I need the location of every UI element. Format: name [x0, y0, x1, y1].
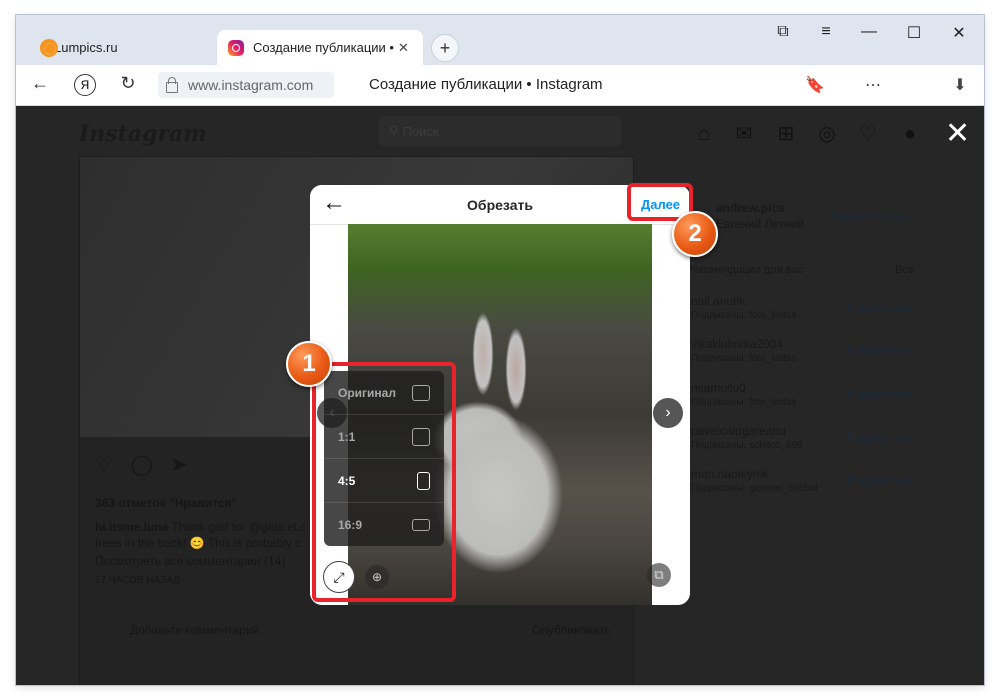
- minimize-button[interactable]: —: [854, 23, 884, 41]
- see-all-link[interactable]: Все: [895, 264, 914, 276]
- back-button[interactable]: ←: [28, 73, 52, 94]
- caption-line2: trees in the back! 😊 This is probably c: [95, 536, 302, 550]
- post-actions: ♡ ◯ ➤: [95, 452, 187, 477]
- menu-icon[interactable]: ≡: [811, 23, 841, 41]
- tabs-overview-icon[interactable]: ⧉: [768, 23, 798, 41]
- reload-button[interactable]: ↻: [116, 73, 140, 94]
- likes-count: 363 отметок "Нравится": [95, 496, 238, 510]
- follow-button[interactable]: Подписаться: [847, 389, 913, 401]
- avatar[interactable]: ●: [898, 122, 922, 146]
- next-photo-button[interactable]: ›: [653, 398, 683, 428]
- like-icon[interactable]: ♡: [95, 454, 113, 476]
- crop-menu-highlight: [312, 362, 456, 602]
- heart-icon[interactable]: ♡: [856, 122, 880, 146]
- tab-lumpics[interactable]: Lumpics.ru: [26, 30, 216, 65]
- close-icon[interactable]: ✕: [945, 119, 970, 149]
- bookmark-icon[interactable]: 🔖: [804, 75, 826, 95]
- lock-icon: [166, 76, 178, 93]
- search-input[interactable]: ⚲ Поиск: [379, 116, 621, 146]
- suggestion-sub: Подписаны: general_chehol: [691, 483, 818, 494]
- maximize-button[interactable]: ☐: [899, 23, 929, 43]
- current-user[interactable]: andrew.pics: [716, 201, 785, 215]
- follow-button[interactable]: Подписаться: [847, 432, 913, 444]
- multi-select-button[interactable]: ⧉: [647, 563, 671, 587]
- caption-text: Thank god for @gaia.et.c: [171, 520, 307, 534]
- step-badge-2: 2: [672, 211, 718, 257]
- suggestion-name[interactable]: nail.anutik: [691, 294, 745, 308]
- tab-title: Создание публикации •: [253, 40, 394, 55]
- current-user-name: Евгений Летний: [716, 217, 805, 231]
- close-tab-icon[interactable]: ✕: [398, 40, 409, 56]
- home-icon[interactable]: ⌂: [692, 122, 716, 146]
- tab-title: Lumpics.ru: [54, 40, 118, 55]
- close-window-button[interactable]: ✕: [944, 23, 974, 43]
- messenger-icon[interactable]: ✉: [732, 122, 756, 146]
- share-icon[interactable]: ➤: [170, 454, 187, 476]
- explore-icon[interactable]: ◎: [815, 122, 839, 146]
- follow-button[interactable]: Подписаться: [847, 345, 913, 357]
- page-title: Создание публикации • Instagram: [369, 76, 603, 93]
- url-field[interactable]: www.instagram.com: [158, 72, 334, 98]
- address-bar: ← Я ↻ www.instagram.com Создание публика…: [16, 65, 984, 106]
- tab-bar: Lumpics.ru Создание публикации • ✕ + ⧉ ≡…: [16, 15, 984, 65]
- suggestion-name[interactable]: vikaklubnika2004: [691, 337, 783, 351]
- suggestion-sub: Подписаны: foto_lisitsa: [691, 397, 797, 408]
- instagram-icon: [228, 39, 244, 56]
- tab-instagram[interactable]: Создание публикации • ✕: [217, 30, 423, 65]
- view-comments-link[interactable]: Посмотреть все комментарии (14): [95, 554, 285, 568]
- publish-comment-button[interactable]: Опубликовать: [532, 623, 610, 637]
- follow-button[interactable]: Подписаться: [847, 475, 913, 487]
- step-badge-1: 1: [286, 341, 332, 387]
- caption-user[interactable]: hi.itsme.luna: [95, 520, 168, 534]
- suggestion-sub: Подписаны: foto_lisitsa: [691, 310, 797, 321]
- instagram-logo[interactable]: Instagram: [79, 121, 207, 147]
- lumpics-orange-icon: [40, 38, 58, 57]
- url-text: www.instagram.com: [188, 77, 314, 93]
- page-content: Instagram ⚲ Поиск ⌂ ✉ ⊞ ◎ ♡ ● ✕ ♡ ◯ ➤ 36…: [16, 106, 984, 685]
- new-tab-button[interactable]: +: [431, 34, 459, 62]
- suggestion-sub: Подписаны: foto_lisitsa: [691, 353, 797, 364]
- suggestion-sub: Подписаны: schitco_999: [691, 440, 803, 451]
- yandex-button[interactable]: Я: [74, 74, 96, 96]
- new-post-icon[interactable]: ⊞: [774, 122, 798, 146]
- add-comment-input[interactable]: Добавьте комментарий...: [130, 623, 269, 637]
- follow-button[interactable]: Подписаться: [847, 302, 913, 314]
- suggestions-title: Рекомендации для вас: [686, 264, 804, 276]
- comment-icon[interactable]: ◯: [131, 454, 153, 476]
- suggestion-name[interactable]: nsamoilo0: [691, 381, 746, 395]
- download-icon[interactable]: ⬇: [949, 75, 971, 95]
- suggestion-name[interactable]: pavelcalugareanu: [691, 424, 786, 438]
- search-icon: ⚲: [389, 123, 399, 138]
- post-time: 17 ЧАСОВ НАЗАД: [95, 575, 180, 586]
- search-placeholder: Поиск: [402, 123, 439, 139]
- suggestion-name[interactable]: mari.naoleynik: [691, 467, 768, 481]
- caption: hi.itsme.luna Thank god for @gaia.et.c: [95, 520, 306, 534]
- switch-account-link[interactable]: Переключиться: [831, 210, 911, 222]
- more-icon[interactable]: ⋯: [862, 75, 884, 95]
- browser-window: Lumpics.ru Создание публикации • ✕ + ⧉ ≡…: [16, 15, 984, 685]
